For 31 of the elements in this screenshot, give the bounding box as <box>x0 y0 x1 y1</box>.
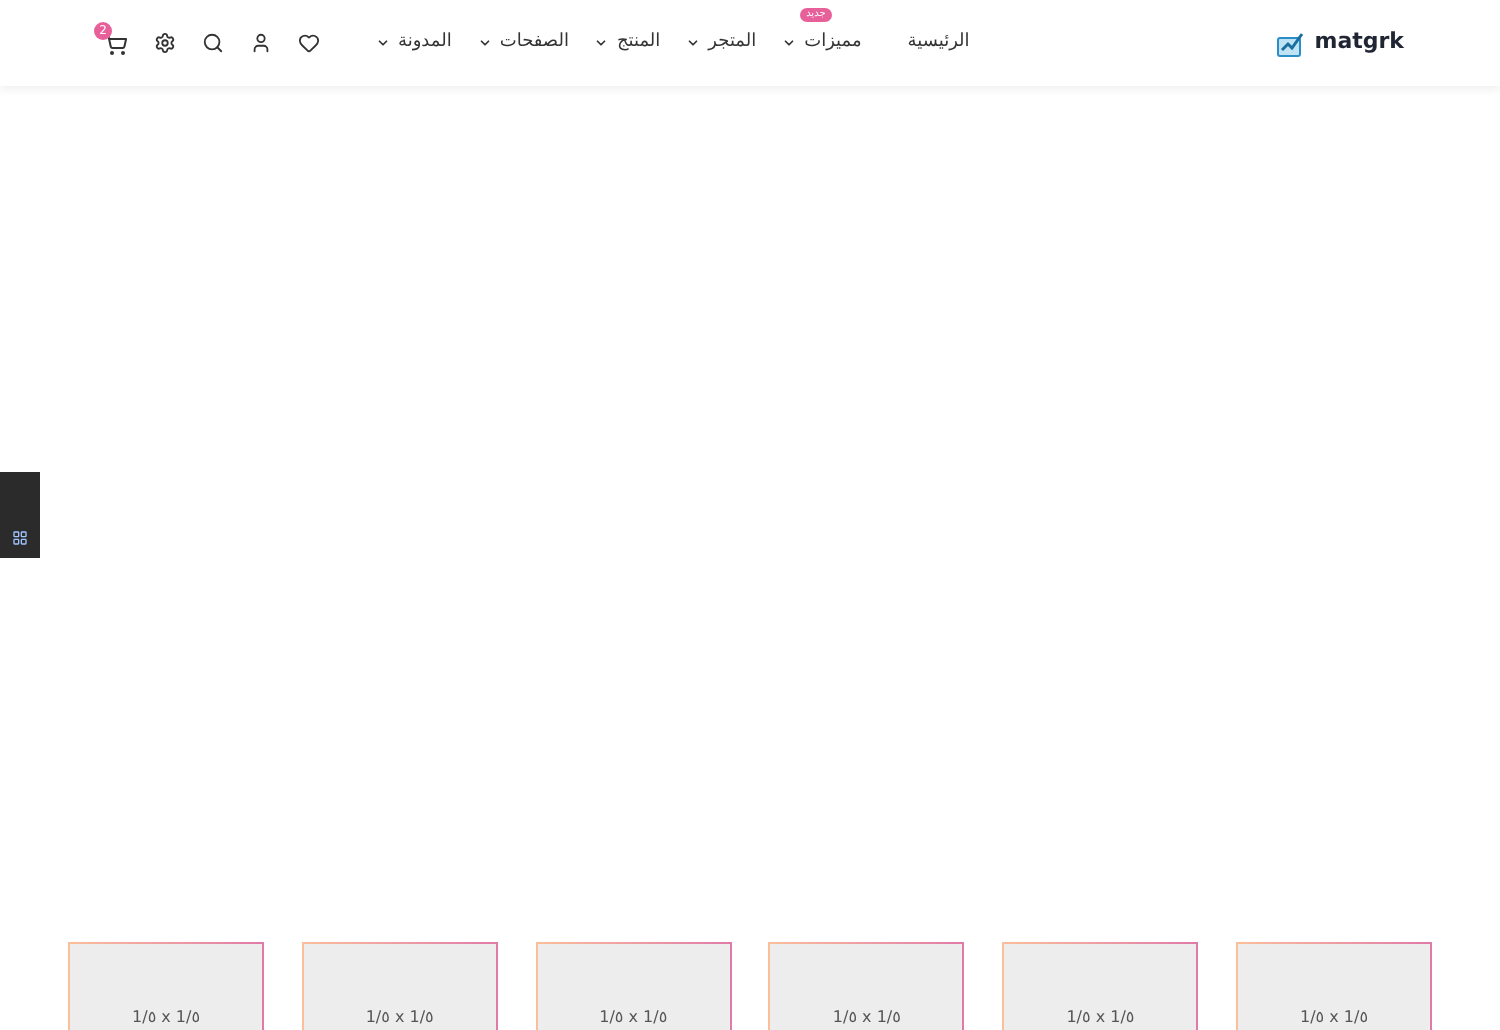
chevron-icon <box>594 36 609 50</box>
image-placeholder[interactable]: 1/٥ x 1/٥ <box>768 942 965 1030</box>
logo-text[interactable]: matgrk <box>1314 26 1404 60</box>
image-placeholder[interactable]: 1/٥ x 1/٥ <box>1236 942 1432 1030</box>
settings-icon[interactable] <box>154 32 176 54</box>
placeholder-size: 1/٥ x 1/٥ <box>132 1008 201 1030</box>
image-placeholder[interactable]: 1/٥ x 1/٥ <box>301 942 498 1030</box>
nav-link[interactable]: المنتج <box>594 29 661 57</box>
placeholder-size: 1/٥ x 1/٥ <box>832 1008 901 1030</box>
placeholder-size: 1/٥ x 1/٥ <box>1066 1008 1135 1030</box>
chevron-icon <box>477 36 492 50</box>
placeholder-size: 1/٥ x 1/٥ <box>599 1008 668 1030</box>
nav-link[interactable]: المتجر <box>686 29 757 57</box>
account-icon[interactable] <box>250 32 272 54</box>
nav-link[interactable]: الرئيسية <box>907 29 970 57</box>
demo-side-tab[interactable] <box>0 472 40 558</box>
logo-icon <box>1276 29 1307 57</box>
nav-link[interactable]: المدونة <box>376 29 452 57</box>
image-placeholder[interactable]: 1/٥ x 1/٥ <box>68 942 265 1030</box>
image-placeholder[interactable]: 1/٥ x 1/٥ <box>535 942 732 1030</box>
wishlist-icon[interactable] <box>298 32 320 54</box>
nav-link[interactable]: مميزات <box>782 29 862 57</box>
chevron-icon <box>376 36 390 50</box>
nav-link[interactable]: الصفحات <box>477 29 569 57</box>
search-icon[interactable] <box>202 32 224 54</box>
placeholder-size: 1/٥ x 1/٥ <box>1300 1008 1368 1030</box>
placeholder-size: 1/٥ x 1/٥ <box>365 1008 434 1030</box>
image-placeholder[interactable]: 1/٥ x 1/٥ <box>1002 942 1199 1030</box>
chevron-icon <box>686 36 701 50</box>
chevron-icon <box>782 36 797 50</box>
grid-icon <box>12 530 28 546</box>
